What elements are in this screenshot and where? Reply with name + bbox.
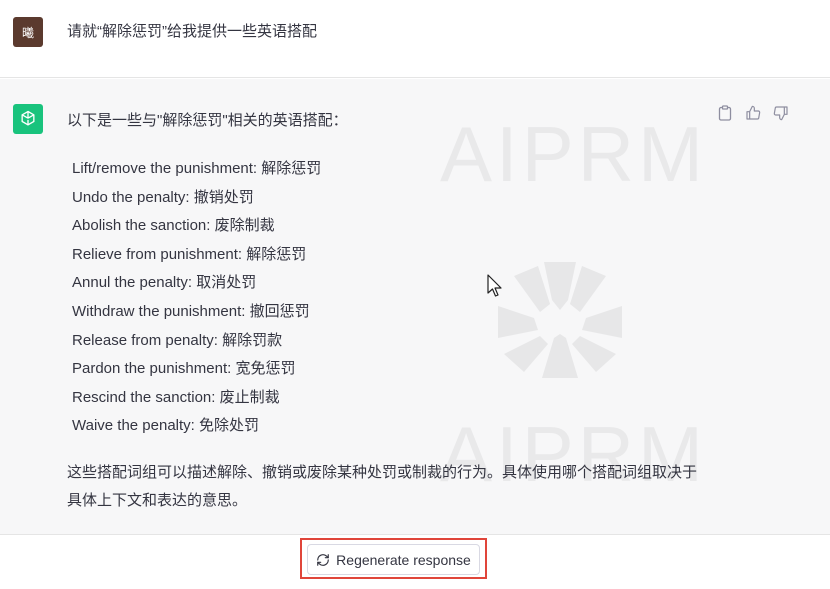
list-item: Waive the penalty: 免除处罚	[72, 417, 260, 435]
list-item: Rescind the sanction: 废止制裁	[72, 388, 280, 406]
assistant-message-row: AIPRM AIPRM 以下是一些与"解除惩罚"相关的英语搭配： Lift/re…	[0, 79, 830, 534]
list-item: Withdraw the punishment: 撤回惩罚	[72, 302, 310, 320]
mouse-cursor-icon	[487, 274, 503, 303]
list-item: Relieve from punishment: 解除惩罚	[72, 245, 307, 263]
list-item: Pardon the punishment: 宽免惩罚	[72, 360, 296, 378]
list-item: Undo the penalty: 撤销处罚	[72, 188, 254, 206]
user-avatar: 曦	[13, 17, 43, 47]
thumbs-down-icon[interactable]	[772, 104, 790, 122]
assistant-intro-text: 以下是一些与"解除惩罚"相关的英语搭配：	[67, 112, 348, 129]
list-item: Annul the penalty: 取消处罚	[72, 274, 257, 292]
regenerate-label: Regenerate response	[336, 551, 471, 568]
refresh-icon	[316, 553, 330, 567]
clipboard-icon[interactable]	[716, 104, 734, 122]
thumbs-up-icon[interactable]	[744, 104, 762, 122]
message-actions	[716, 104, 790, 122]
user-message-row: 曦 请就“解除惩罚”给我提供一些英语搭配	[0, 0, 830, 78]
assistant-outro-text: 这些搭配词组可以描述解除、撤销或废除某种处罚或制裁的行为。具体使用哪个搭配词组取…	[67, 464, 698, 509]
list-item: Release from penalty: 解除罚款	[72, 331, 283, 349]
aiprm-watermark-logo-icon	[498, 262, 622, 383]
regenerate-response-button[interactable]: Regenerate response	[307, 544, 480, 575]
chatgpt-logo-icon	[13, 104, 43, 134]
collocation-list: Lift/remove the punishment: 解除惩罚 Undo th…	[72, 155, 321, 441]
list-item: Lift/remove the punishment: 解除惩罚	[72, 160, 322, 177]
watermark-text-top: AIPRM	[440, 110, 708, 198]
list-item: Abolish the sanction: 废除制裁	[72, 217, 275, 235]
user-message-text: 请就“解除惩罚”给我提供一些英语搭配	[67, 23, 317, 40]
